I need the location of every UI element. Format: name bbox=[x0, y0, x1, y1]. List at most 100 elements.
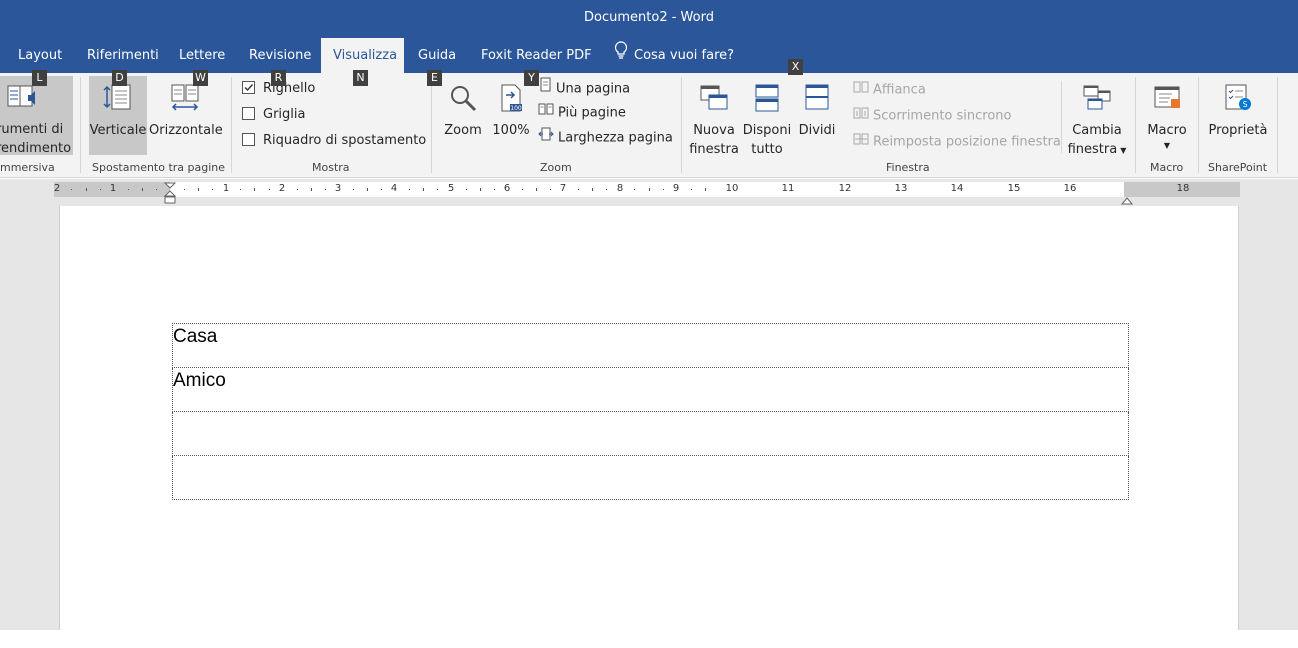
ruler-tick bbox=[85, 188, 87, 191]
ruler-tick bbox=[184, 189, 186, 190]
riquadro-label: Riquadro di spostamento bbox=[263, 133, 427, 148]
ruler-label: 2 bbox=[53, 183, 61, 194]
ruler-tick bbox=[479, 188, 481, 191]
ruler-tick bbox=[310, 188, 312, 191]
macro-icon bbox=[1142, 83, 1192, 119]
table-cell[interactable]: Casa bbox=[172, 323, 1129, 368]
tab-guida[interactable]: Guida bbox=[406, 38, 468, 73]
horizontal-scroll-icon bbox=[149, 83, 221, 119]
document-workspace: 2 1 1 2 3 4 5 6 7 8 9 10 11 12 13 14 15 … bbox=[0, 179, 1298, 636]
bottom-strip bbox=[0, 630, 1298, 648]
ruler-tick bbox=[212, 189, 214, 190]
verticale-label: Verticale bbox=[89, 123, 147, 138]
dividi-button[interactable]: Dividi bbox=[796, 76, 838, 155]
keytip-badge: X bbox=[788, 59, 803, 75]
ruler-tick bbox=[423, 188, 425, 191]
ruler-tick bbox=[648, 188, 650, 191]
nuova-finestra-line1: Nuova bbox=[693, 123, 735, 138]
ruler-tick bbox=[592, 188, 594, 191]
ruler-tick bbox=[71, 189, 73, 190]
tab-foxit-reader-pdf[interactable]: Foxit Reader PDF bbox=[469, 38, 604, 73]
piu-pagine-label: Più pagine bbox=[558, 105, 626, 121]
tab-revisione[interactable]: Revisione bbox=[237, 38, 323, 73]
ruler-label: 3 bbox=[334, 183, 342, 194]
ruler-tick bbox=[155, 189, 157, 190]
tell-me-search[interactable]: Cosa vuoi fare? bbox=[602, 38, 746, 73]
table-cell[interactable] bbox=[172, 411, 1129, 456]
document-page[interactable]: Casa Amico bbox=[59, 206, 1239, 636]
reset-window-icon bbox=[853, 131, 869, 153]
piu-pagine-button[interactable]: Più pagine bbox=[538, 102, 626, 124]
griglia-checkbox[interactable]: Griglia bbox=[242, 104, 305, 126]
macro-button[interactable]: Macro ▼ bbox=[1142, 76, 1192, 155]
cambia-finestra-button[interactable]: Cambia finestra ▼ bbox=[1064, 76, 1130, 157]
dividi-label: Dividi bbox=[798, 123, 836, 138]
group-label-spostamento: Spostamento tra pagine bbox=[92, 161, 226, 174]
horizontal-ruler[interactable]: 2 1 1 2 3 4 5 6 7 8 9 10 11 12 13 14 15 … bbox=[53, 182, 1240, 205]
new-window-icon bbox=[688, 83, 740, 119]
table-cell[interactable] bbox=[172, 455, 1129, 500]
riquadro-spostamento-checkbox[interactable]: Riquadro di spostamento bbox=[242, 130, 426, 152]
sync-scroll-icon bbox=[853, 105, 869, 127]
checkbox-unchecked-icon bbox=[242, 133, 255, 146]
scorrimento-sincrono-button[interactable]: Scorrimento sincrono bbox=[853, 105, 1012, 127]
ruler-tick bbox=[493, 189, 495, 190]
ruler-label: 16 bbox=[1063, 183, 1077, 194]
nuova-finestra-button[interactable]: Nuova finestra bbox=[688, 76, 740, 157]
ruler-label: 11 bbox=[781, 183, 795, 194]
keytip-badge: N bbox=[353, 70, 368, 86]
group-label-immersiva: mmersiva bbox=[0, 161, 55, 174]
ribbon-panel: rumenti di rendimento mmersiva Verticale… bbox=[0, 73, 1298, 178]
group-separator bbox=[80, 77, 81, 173]
zoom-100-button[interactable]: 100 100% bbox=[489, 76, 533, 155]
ruler-tick bbox=[606, 189, 608, 190]
tab-visualizza[interactable]: Visualizza bbox=[321, 38, 404, 73]
ruler-label: 1 bbox=[109, 183, 117, 194]
ruler-tick bbox=[367, 188, 369, 191]
macro-label: Macro bbox=[1147, 123, 1187, 138]
tab-lettere[interactable]: Lettere bbox=[167, 38, 237, 73]
group-separator bbox=[1135, 77, 1136, 173]
ruler-tick bbox=[296, 189, 298, 190]
orizzontale-button[interactable]: Orizzontale bbox=[149, 76, 223, 155]
zoom-label: Zoom bbox=[444, 123, 482, 138]
strumenti-di-apprendimento-button[interactable]: rumenti di rendimento bbox=[0, 76, 73, 155]
orizzontale-label: Orizzontale bbox=[149, 123, 223, 138]
ruler-label: 18 bbox=[1176, 183, 1190, 194]
window-title: Documento2 - Word bbox=[584, 10, 714, 25]
una-pagina-button[interactable]: Una pagina bbox=[538, 77, 630, 99]
ruler-label: 5 bbox=[447, 183, 455, 194]
page-width-icon bbox=[538, 127, 554, 149]
document-table[interactable]: Casa Amico bbox=[172, 323, 1129, 500]
ruler-tick bbox=[268, 189, 270, 190]
verticale-button[interactable]: Verticale bbox=[89, 76, 147, 155]
ruler-tick bbox=[198, 188, 200, 191]
table-cell[interactable]: Amico bbox=[172, 367, 1129, 412]
group-separator bbox=[1198, 77, 1199, 173]
magnifier-icon bbox=[440, 83, 486, 119]
ruler-label: 2 bbox=[278, 183, 286, 194]
proprieta-label: Proprietà bbox=[1208, 123, 1268, 138]
table-row bbox=[172, 411, 1129, 456]
larghezza-pagina-button[interactable]: Larghezza pagina bbox=[538, 127, 673, 149]
ruler-tick bbox=[550, 189, 552, 190]
keytip-badge: E bbox=[427, 70, 442, 86]
proprieta-button[interactable]: S Proprietà bbox=[1205, 76, 1271, 155]
zoom-button[interactable]: Zoom bbox=[440, 76, 486, 155]
disponi-tutto-button[interactable]: Disponi tutto bbox=[741, 76, 793, 157]
affianca-button[interactable]: Affianca bbox=[853, 79, 926, 101]
svg-text:100: 100 bbox=[510, 105, 522, 112]
tell-me-label: Cosa vuoi fare? bbox=[634, 48, 735, 63]
group-separator bbox=[681, 77, 682, 173]
reimposta-posizione-button[interactable]: Reimposta posizione finestra bbox=[853, 131, 1061, 153]
tab-riferimenti[interactable]: Riferimenti bbox=[75, 38, 171, 73]
tab-layout[interactable]: Layout bbox=[6, 38, 74, 73]
side-by-side-icon bbox=[853, 79, 869, 101]
ruler-tick bbox=[99, 189, 101, 190]
table-row: Casa bbox=[172, 323, 1129, 368]
griglia-label: Griglia bbox=[263, 107, 306, 122]
group-separator bbox=[1277, 77, 1278, 173]
group-label-finestra: Finestra bbox=[886, 161, 930, 174]
ruler-label: 8 bbox=[616, 183, 624, 194]
page-100-icon: 100 bbox=[489, 83, 533, 119]
